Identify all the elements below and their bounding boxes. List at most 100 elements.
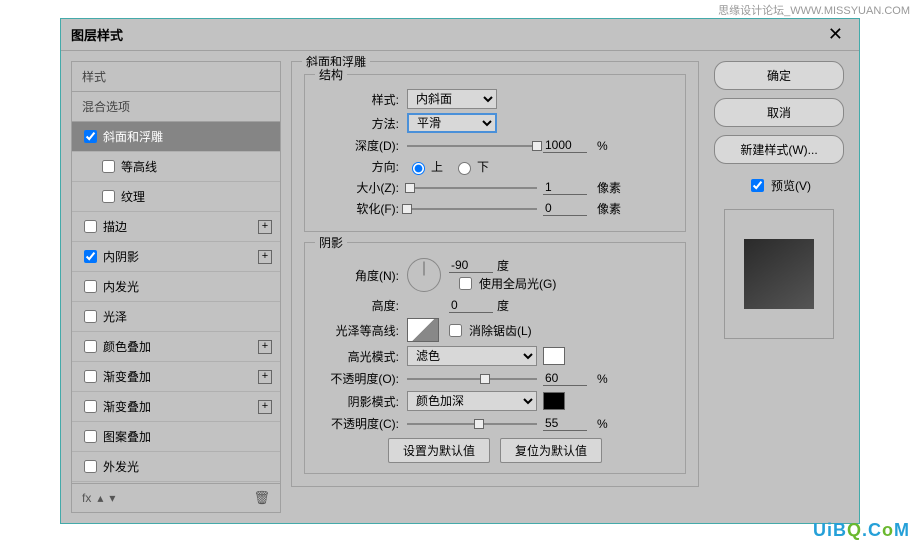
altitude-input[interactable] xyxy=(449,298,493,313)
gloss-contour-picker[interactable] xyxy=(407,318,439,342)
style-checkbox[interactable] xyxy=(102,190,115,203)
cancel-button[interactable]: 取消 xyxy=(714,98,844,127)
style-item-渐变叠加[interactable]: 渐变叠加+ xyxy=(72,392,280,422)
structure-group: 结构 样式: 内斜面 方法: 平滑 深度(D): % xyxy=(304,74,686,232)
style-label: 斜面和浮雕 xyxy=(103,128,163,145)
style-checkbox[interactable] xyxy=(84,280,97,293)
bevel-emboss-section: 斜面和浮雕 结构 样式: 内斜面 方法: 平滑 深度(D): xyxy=(291,61,699,487)
style-item-图案叠加[interactable]: 图案叠加 xyxy=(72,422,280,452)
settings-panel: 斜面和浮雕 结构 样式: 内斜面 方法: 平滑 深度(D): xyxy=(291,61,699,513)
style-label: 纹理 xyxy=(121,188,145,205)
style-item-斜面和浮雕[interactable]: 斜面和浮雕 xyxy=(72,122,280,152)
style-label: 等高线 xyxy=(121,158,157,175)
reset-default-button[interactable]: 复位为默认值 xyxy=(500,438,602,463)
shadow-opacity-label: 不透明度(C): xyxy=(317,415,407,432)
altitude-label: 高度: xyxy=(317,297,407,314)
style-checkbox[interactable] xyxy=(84,460,97,473)
style-label: 光泽 xyxy=(103,308,127,325)
blending-options[interactable]: 混合选项 xyxy=(72,92,280,122)
shadow-mode-select[interactable]: 颜色加深 xyxy=(407,391,537,411)
shadow-color-picker[interactable] xyxy=(543,392,565,410)
method-select[interactable]: 平滑 xyxy=(407,113,497,133)
style-label: 内发光 xyxy=(103,278,139,295)
style-checkbox[interactable] xyxy=(84,130,97,143)
ok-button[interactable]: 确定 xyxy=(714,61,844,90)
plus-icon[interactable]: + xyxy=(258,370,272,384)
preview-swatch xyxy=(744,239,814,309)
preview-box xyxy=(724,209,834,339)
style-item-等高线[interactable]: 等高线 xyxy=(72,152,280,182)
highlight-opacity-input[interactable] xyxy=(543,371,587,386)
soften-unit: 像素 xyxy=(597,200,621,217)
trash-icon[interactable]: 🗑 xyxy=(253,490,270,506)
shadow-opacity-slider[interactable] xyxy=(407,423,537,425)
size-label: 大小(Z): xyxy=(317,179,407,196)
highlight-opacity-slider[interactable] xyxy=(407,378,537,380)
style-item-光泽[interactable]: 光泽 xyxy=(72,302,280,332)
highlight-color-picker[interactable] xyxy=(543,347,565,365)
style-label: 颜色叠加 xyxy=(103,338,151,355)
style-checkbox[interactable] xyxy=(102,160,115,173)
highlight-mode-select[interactable]: 滤色 xyxy=(407,346,537,366)
style-label: 图案叠加 xyxy=(103,428,151,445)
style-label: 内阴影 xyxy=(103,248,139,265)
size-slider[interactable] xyxy=(407,187,537,189)
close-icon[interactable]: ✕ xyxy=(822,24,849,45)
style-item-纹理[interactable]: 纹理 xyxy=(72,182,280,212)
style-item-外发光[interactable]: 外发光 xyxy=(72,452,280,482)
style-checkbox[interactable] xyxy=(84,220,97,233)
direction-down-radio[interactable]: 下 xyxy=(453,158,489,175)
action-panel: 确定 取消 新建样式(W)... 预览(V) xyxy=(709,61,849,513)
style-item-内阴影[interactable]: 内阴影 + xyxy=(72,242,280,272)
fx-icon[interactable]: fx xyxy=(82,491,91,505)
style-checkbox[interactable] xyxy=(84,370,97,383)
depth-unit: % xyxy=(597,139,608,153)
angle-dial[interactable] xyxy=(407,258,441,292)
angle-unit: 度 xyxy=(497,257,509,274)
plus-icon[interactable]: + xyxy=(258,250,272,264)
styles-header[interactable]: 样式 xyxy=(72,62,280,92)
global-light-checkbox[interactable]: 使用全局光(G) xyxy=(455,274,556,293)
layer-style-dialog: 图层样式 ✕ 样式 混合选项 斜面和浮雕等高线纹理描边+ 内阴影 + 内发光光泽颜色叠… xyxy=(60,18,860,524)
watermark-bottom: UiBQ.CoM xyxy=(813,520,910,541)
make-default-button[interactable]: 设置为默认值 xyxy=(388,438,490,463)
titlebar: 图层样式 ✕ xyxy=(61,19,859,51)
style-item-颜色叠加[interactable]: 颜色叠加 + xyxy=(72,332,280,362)
plus-icon[interactable]: + xyxy=(258,340,272,354)
style-item-内发光[interactable]: 内发光 xyxy=(72,272,280,302)
shadow-mode-label: 阴影模式: xyxy=(317,393,407,410)
structure-title: 结构 xyxy=(315,66,347,83)
style-checkbox[interactable] xyxy=(84,400,97,413)
style-checkbox[interactable] xyxy=(84,430,97,443)
style-checkbox[interactable] xyxy=(84,250,97,263)
style-item-描边[interactable]: 描边+ xyxy=(72,212,280,242)
style-select[interactable]: 内斜面 xyxy=(407,89,497,109)
altitude-unit: 度 xyxy=(497,297,509,314)
style-list-footer: fx ▴ ▾ 🗑 xyxy=(72,483,280,512)
style-label: 外发光 xyxy=(103,458,139,475)
arrow-up-icon[interactable]: ▴ xyxy=(97,491,103,505)
style-checkbox[interactable] xyxy=(84,310,97,323)
depth-label: 深度(D): xyxy=(317,137,407,154)
preview-checkbox[interactable]: 预览(V) xyxy=(747,176,811,195)
highlight-opacity-label: 不透明度(O): xyxy=(317,370,407,387)
shading-title: 阴影 xyxy=(315,234,347,251)
arrow-down-icon[interactable]: ▾ xyxy=(109,491,115,505)
shadow-opacity-input[interactable] xyxy=(543,416,587,431)
depth-slider[interactable] xyxy=(407,145,537,147)
plus-icon[interactable]: + xyxy=(258,220,272,234)
depth-input[interactable] xyxy=(543,138,587,153)
soften-slider[interactable] xyxy=(407,208,537,210)
antialias-checkbox[interactable]: 消除锯齿(L) xyxy=(445,321,532,340)
new-style-button[interactable]: 新建样式(W)... xyxy=(714,135,844,164)
direction-label: 方向: xyxy=(317,158,407,175)
style-checkbox[interactable] xyxy=(84,340,97,353)
angle-input[interactable] xyxy=(449,258,493,273)
highlight-mode-label: 高光模式: xyxy=(317,348,407,365)
size-input[interactable] xyxy=(543,180,587,195)
direction-up-radio[interactable]: 上 xyxy=(407,158,443,175)
style-list-panel: 样式 混合选项 斜面和浮雕等高线纹理描边+内阴影+内发光光泽颜色叠加+渐变叠加+… xyxy=(71,61,281,513)
soften-input[interactable] xyxy=(543,201,587,216)
plus-icon[interactable]: + xyxy=(258,400,272,414)
style-item-渐变叠加[interactable]: 渐变叠加+ xyxy=(72,362,280,392)
